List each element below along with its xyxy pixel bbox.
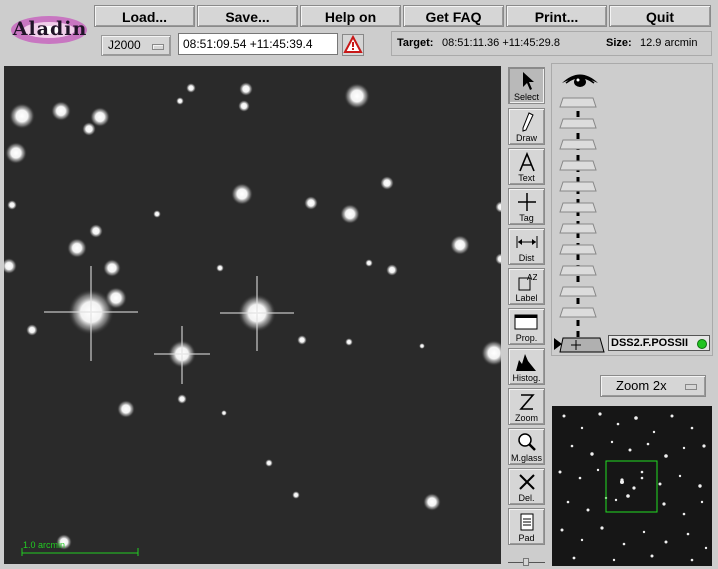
scale-label: 1.0 arcmin <box>23 540 66 550</box>
histogram-icon <box>516 354 536 371</box>
frame-select[interactable]: J2000 <box>101 35 171 56</box>
viewport-box[interactable] <box>605 460 658 513</box>
text-a-icon <box>519 152 535 172</box>
quit-button[interactable]: Quit <box>609 5 711 27</box>
distance-tool[interactable]: Dist <box>508 228 545 265</box>
tag-tool[interactable]: Tag <box>508 188 545 225</box>
zoom-z-icon <box>519 394 535 410</box>
magnifier-tool[interactable]: M.glass <box>508 428 545 465</box>
delete-tool[interactable]: Del. <box>508 468 545 505</box>
zoom-tool[interactable]: Zoom <box>508 388 545 425</box>
magnifier-tool-label: M.glass <box>510 453 542 463</box>
aladin-logo: Aladin <box>6 4 92 58</box>
zoom-select[interactable]: Zoom 2x <box>600 375 706 397</box>
crosshair-icon <box>518 193 536 211</box>
get-faq-button[interactable]: Get FAQ <box>403 5 504 27</box>
image-view[interactable]: 1.0 arcmin <box>4 66 501 564</box>
position-field[interactable]: 08:51:09.54 +11:45:39.4 <box>178 33 338 55</box>
magnifier-icon <box>518 433 536 451</box>
text-tool-label: Text <box>518 173 535 183</box>
overview-image <box>558 412 708 562</box>
properties-window-icon <box>514 314 538 330</box>
draw-tool[interactable]: Draw <box>508 108 545 145</box>
histogram-tool[interactable]: Histog. <box>508 348 545 385</box>
label-box-icon: AZ <box>518 273 537 291</box>
svg-text:AZ: AZ <box>527 273 537 282</box>
properties-tool-label: Prop. <box>515 333 538 343</box>
plane-name: DSS2.F.POSSII <box>611 337 689 349</box>
zoom-select-value: Zoom 2x <box>616 378 667 393</box>
dropdown-indicator-icon <box>152 44 164 50</box>
select-tool[interactable]: Select <box>508 67 545 104</box>
tag-tool-label: Tag <box>519 213 534 223</box>
load-button[interactable]: Load... <box>94 5 195 27</box>
arrow-cursor-icon <box>523 72 534 90</box>
pad-tool-label: Pad <box>518 533 535 543</box>
eye-icon[interactable] <box>560 68 600 92</box>
plane-ladder <box>554 97 605 353</box>
label-tool[interactable]: AZ Label <box>508 268 545 305</box>
properties-tool[interactable]: Prop. <box>508 308 545 345</box>
text-tool[interactable]: Text <box>508 148 545 185</box>
plane-status-icon <box>697 339 707 349</box>
pad-tool[interactable]: Pad <box>508 508 545 545</box>
draw-tool-label: Draw <box>515 133 537 143</box>
save-button[interactable]: Save... <box>197 5 298 27</box>
dropdown-indicator-icon <box>685 384 697 390</box>
info-bar: Target: 08:51:11.36 +11:45:29.8 Size: 12… <box>391 31 712 56</box>
target-label: Target: <box>397 37 434 49</box>
select-tool-label: Select <box>513 92 539 102</box>
plane-label[interactable]: DSS2.F.POSSII <box>608 335 710 351</box>
notepad-icon <box>520 513 534 531</box>
warning-triangle-icon <box>343 35 363 53</box>
histogram-tool-label: Histog. <box>512 373 541 383</box>
size-value: 12.9 arcmin <box>640 37 698 49</box>
toolbar-slider-handle[interactable] <box>523 558 529 566</box>
delete-x-icon <box>519 474 535 490</box>
size-label: Size: <box>606 37 632 49</box>
overview-panner[interactable] <box>552 406 712 566</box>
frame-select-value: J2000 <box>108 38 141 52</box>
warning-button[interactable] <box>342 34 364 56</box>
distance-arrows-icon <box>516 236 538 248</box>
target-value: 08:51:11.36 +11:45:29.8 <box>442 37 560 49</box>
zoom-tool-label: Zoom <box>514 413 538 423</box>
pencil-icon <box>522 112 534 132</box>
delete-tool-label: Del. <box>518 493 535 503</box>
plane-stack: DSS2.F.POSSII <box>551 63 713 356</box>
label-tool-label: Label <box>515 293 538 303</box>
print-button[interactable]: Print... <box>506 5 607 27</box>
sky-image <box>4 82 501 556</box>
help-button[interactable]: Help on <box>300 5 401 27</box>
logo-text: Aladin <box>12 18 88 40</box>
distance-tool-label: Dist <box>518 253 535 263</box>
